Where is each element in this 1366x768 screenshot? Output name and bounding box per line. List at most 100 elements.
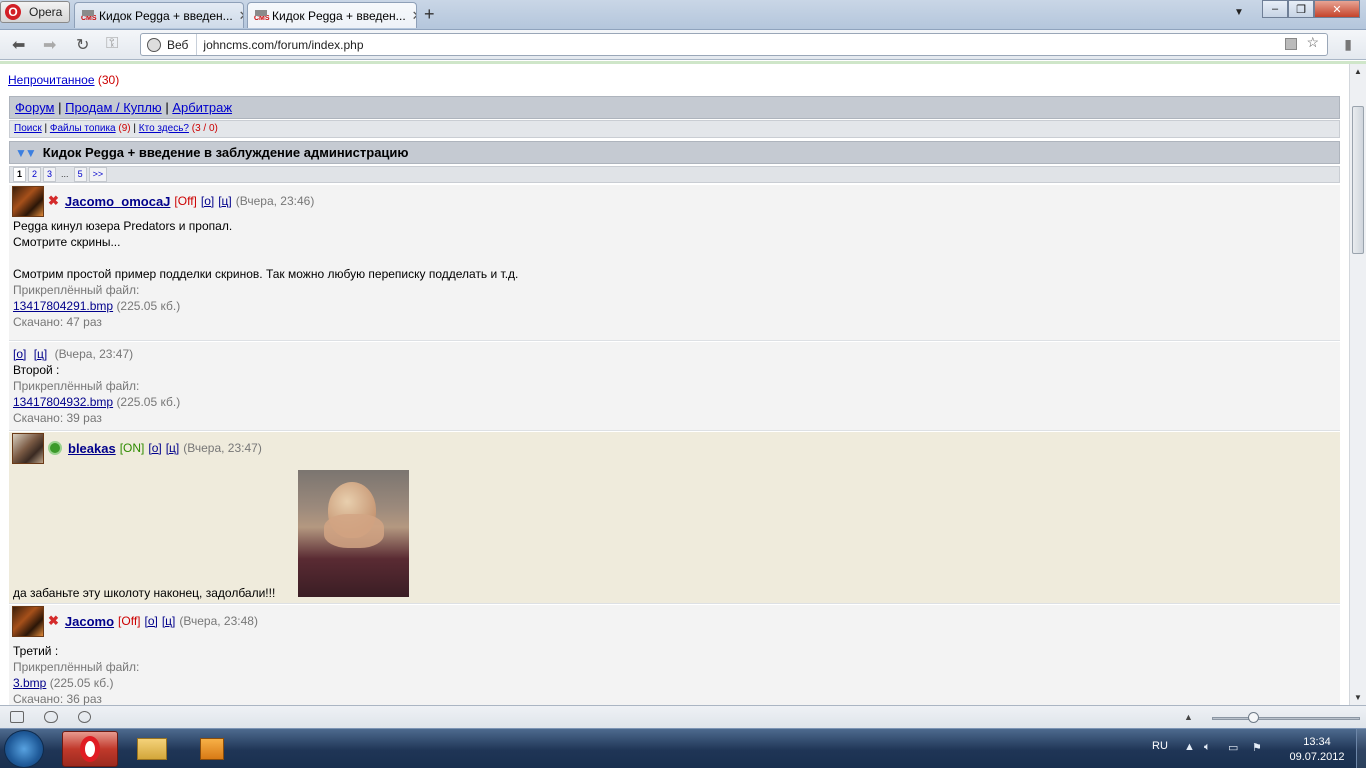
speed-dial-icon[interactable]	[78, 711, 91, 723]
forum-post: [о] [ц] (Вчера, 23:47) Второй : Прикрепл…	[9, 342, 1340, 431]
post-text-line: Смотрим простой пример подделки скринов.…	[13, 267, 519, 281]
quote-link[interactable]: [ц]	[34, 347, 48, 361]
download-count: Скачано: 39 раз	[13, 411, 102, 425]
globe-icon	[147, 37, 161, 52]
attachment-link[interactable]: 3.bmp	[13, 676, 46, 690]
address-scheme-badge[interactable]: Веб	[141, 34, 198, 55]
download-count: Скачано: 36 раз	[13, 692, 102, 705]
volume-icon[interactable]: 🔈︎	[1204, 741, 1211, 754]
breadcrumb-arbitrage[interactable]: Арбитраж	[172, 100, 232, 115]
page-5[interactable]: 5	[73, 167, 87, 182]
quote-link[interactable]: [ц]	[162, 614, 176, 628]
cloud-icon[interactable]	[44, 711, 58, 723]
unread-count: (30)	[97, 73, 120, 87]
back-arrow-icon[interactable]: ⬅	[12, 35, 25, 55]
tab-2[interactable]: CMS Кидок Pegga + введен... ✕	[247, 2, 417, 28]
reply-link[interactable]: [о]	[145, 614, 158, 628]
tray-expand-icon[interactable]: ▲	[1184, 741, 1195, 753]
avatar[interactable]	[12, 432, 44, 464]
language-indicator[interactable]: RU	[1152, 740, 1168, 752]
reply-link[interactable]: [о]	[148, 441, 161, 455]
attachment-link[interactable]: 13417804291.bmp	[13, 299, 113, 313]
quote-link[interactable]: [ц]	[218, 194, 232, 208]
opera-menu-button[interactable]: O Opera	[0, 1, 70, 23]
forward-arrow-icon[interactable]: ➡	[43, 35, 56, 55]
vertical-scrollbar[interactable]: ▲ ▼	[1349, 64, 1366, 705]
taskbar-opera-button[interactable]	[62, 731, 118, 767]
star-icon[interactable]: ☆	[1306, 34, 1319, 51]
network-icon[interactable]: ▭	[1228, 741, 1238, 754]
panel-toggle-icon[interactable]	[10, 711, 24, 723]
attachment-label: Прикреплённый файл:	[13, 379, 140, 393]
rss-icon[interactable]	[1285, 38, 1297, 50]
breadcrumb-sell-buy[interactable]: Продам / Куплю	[65, 100, 162, 115]
page-next[interactable]: >>	[88, 167, 108, 182]
double-down-arrow-icon: ▼▼	[15, 145, 37, 160]
download-count: Скачано: 47 раз	[13, 315, 102, 329]
status-label: [Off]	[174, 194, 197, 208]
window-controls: – ❐ ✕	[1262, 0, 1360, 18]
minimize-button[interactable]: –	[1262, 0, 1288, 18]
page-2[interactable]: 2	[28, 167, 42, 182]
post-body: [о] [ц] (Вчера, 23:47) Второй : Прикрепл…	[9, 342, 1340, 427]
url-text[interactable]: johncms.com/forum/index.php	[197, 38, 363, 52]
avatar[interactable]	[12, 185, 44, 217]
attachment-row: 3.bmp (225.05 кб.)	[13, 675, 1336, 691]
cms-favicon-icon: CMS	[254, 9, 270, 23]
scroll-down-arrow-icon[interactable]: ▼	[1354, 693, 1362, 702]
post-header: ✖ Jacomo [Off] [о] [ц] (Вчера, 23:48)	[9, 605, 1340, 637]
tab-close-icon[interactable]: ✕	[406, 8, 416, 24]
post-body: Третий : Прикреплённый файл: 3.bmp (225.…	[9, 637, 1340, 705]
start-button[interactable]	[4, 730, 44, 768]
address-bar[interactable]: Веб johncms.com/forum/index.php ☆	[140, 33, 1328, 56]
avatar[interactable]	[12, 605, 44, 637]
key-icon[interactable]: ⚿	[106, 35, 118, 53]
online-user-icon	[48, 441, 62, 455]
who-here-count: (3 / 0)	[191, 123, 218, 134]
forum-page: Непрочитанное (30) Форум | Продам / Купл…	[8, 64, 1340, 705]
topic-files-count: (9)	[118, 123, 131, 134]
post-text-line: да забаньте эту школоту наконец, задолба…	[13, 586, 276, 600]
page-1[interactable]: 1	[13, 167, 27, 182]
post-body: да забаньте эту школоту наконец, задолба…	[9, 584, 279, 602]
reply-link[interactable]: [о]	[201, 194, 214, 208]
restore-button[interactable]: ❐	[1288, 0, 1314, 18]
reload-icon[interactable]: ↻	[76, 35, 89, 55]
tab-list-chevron-icon[interactable]: ▼	[1234, 7, 1244, 18]
breadcrumb-forum[interactable]: Форум	[15, 100, 55, 115]
tab-title: Кидок Pegga + введен...	[99, 8, 233, 23]
scrollbar-thumb[interactable]	[1352, 106, 1364, 254]
tab-1[interactable]: CMS Кидок Pegga + введен... ✕	[74, 2, 244, 28]
topic-files-link[interactable]: Файлы топика	[50, 123, 116, 134]
show-desktop-button[interactable]	[1356, 729, 1366, 768]
taskbar-explorer-button[interactable]	[124, 731, 180, 767]
post-header: bleakas [ON] [о] [ц] (Вчера, 23:47)	[9, 432, 1340, 464]
tab-close-icon[interactable]: ✕	[233, 8, 243, 24]
scroll-up-arrow-icon[interactable]: ▲	[1354, 67, 1362, 76]
zoom-slider[interactable]	[1212, 717, 1360, 720]
username-link[interactable]: Jacomo_omocaJ	[65, 194, 171, 209]
scheme-label: Веб	[167, 37, 189, 52]
attachment-link[interactable]: 13417804932.bmp	[13, 395, 113, 409]
opera-logo-icon: O	[5, 4, 21, 20]
search-link[interactable]: Поиск	[14, 123, 42, 134]
zoom-slider-knob[interactable]	[1248, 712, 1259, 723]
post-text-line: Второй :	[13, 363, 60, 377]
reply-link[interactable]: [о]	[13, 347, 26, 361]
signal-icon: ▮	[1344, 36, 1352, 52]
navigation-bar: ⬅ ➡ ↻ ⚿ Веб johncms.com/forum/index.php …	[0, 30, 1366, 60]
who-here-link[interactable]: Кто здесь?	[139, 123, 189, 134]
page-3[interactable]: 3	[43, 167, 57, 182]
unread-link[interactable]: Непрочитанное	[8, 73, 95, 87]
view-options-icon[interactable]: ▲	[1184, 712, 1193, 722]
taskbar-media-player-button[interactable]	[184, 731, 240, 767]
clock[interactable]: 13:34 09.07.2012	[1284, 735, 1350, 765]
new-tab-button[interactable]: +	[424, 4, 435, 25]
windows-taskbar: RU ▲ 🔈︎ ▭ ⚑ 13:34 09.07.2012	[0, 728, 1366, 768]
quote-link[interactable]: [ц]	[166, 441, 180, 455]
opera-icon	[80, 736, 100, 762]
action-center-flag-icon[interactable]: ⚑	[1252, 741, 1262, 754]
close-button[interactable]: ✕	[1314, 0, 1360, 18]
username-link[interactable]: bleakas	[68, 441, 116, 456]
username-link[interactable]: Jacomo	[65, 614, 114, 629]
